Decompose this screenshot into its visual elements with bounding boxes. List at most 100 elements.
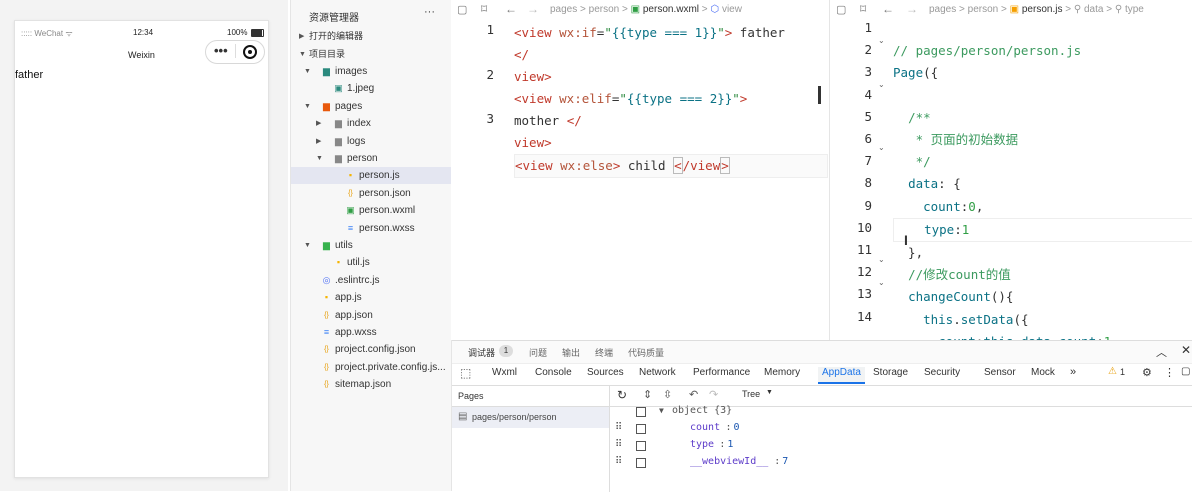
devtools-tab-sensor[interactable]: Sensor [984,367,1016,378]
page-path-item[interactable]: ▤ pages/person/person [452,407,609,428]
breadcrumb-item[interactable]: data [1084,4,1103,15]
section-project[interactable]: ▼ 项目目录 [291,46,451,63]
warning-icon[interactable]: ⚠ [1108,366,1117,377]
explorer-more-icon[interactable]: ··· [424,6,435,18]
settings-gear-icon[interactable]: ⚙ [1142,366,1152,379]
breadcrumb-item[interactable]: person.js [1022,4,1063,15]
bookmark-icon[interactable]: ⌑ [481,2,487,16]
collapse-icon[interactable]: ︿ [1156,344,1167,360]
collapse-all-icon[interactable]: ⇳ [663,388,672,401]
file-tree-item[interactable]: {} project.private.config.js... [291,359,451,376]
close-target-icon[interactable] [243,45,257,59]
checkbox-icon[interactable] [636,458,646,468]
breadcrumb-item[interactable]: person [589,4,620,15]
kebab-menu-icon[interactable]: ⋮ [1164,366,1175,379]
file-tree-item[interactable]: ▣ person.wxml [291,202,451,219]
drag-handle-icon[interactable]: ⠿ [615,456,622,467]
breadcrumb-item[interactable]: person.wxml [643,4,699,15]
file-tree-item[interactable]: ▶ ▆ logs [291,133,451,150]
text-cursor [818,86,821,104]
prop-value[interactable]: 0 [734,422,740,433]
bookmark-icon[interactable]: ⌑ [860,2,866,16]
tab-output[interactable]: 输出 [562,346,580,359]
chevron-right-icon[interactable]: ▶ [316,115,321,132]
file-tree-item[interactable]: ▶ ▆ index [291,115,451,132]
file-tree-item[interactable]: {} project.config.json [291,341,451,358]
tab-problems[interactable]: 问题 [529,346,547,359]
file-tree-item[interactable]: ▪ person.js [291,167,451,185]
devtools-tab-sources[interactable]: Sources [587,367,624,378]
undo-icon[interactable]: ↶ [689,388,698,401]
drag-handle-icon[interactable]: ⠿ [615,422,622,433]
forward-icon[interactable]: → [906,2,918,16]
tab-debugger[interactable]: 调试器 [468,346,495,359]
breadcrumb-item[interactable]: person [968,4,999,15]
file-tree-item[interactable]: ≡ app.wxss [291,324,451,341]
phone-screen[interactable]: ::::: WeChat ᯤ 12:34 100% Weixin ••• fat… [14,20,269,478]
devtools-tab-memory[interactable]: Memory [764,367,800,378]
prop-value[interactable]: 1 [727,439,733,450]
file-tree-item[interactable]: {} sitemap.json [291,376,451,393]
file-tree-item[interactable]: ▪ util.js [291,254,451,271]
more-dots-icon[interactable]: ••• [214,43,228,59]
file-tree-item[interactable]: {} app.json [291,307,451,324]
devtools-tab-wxml[interactable]: Wxml [492,367,517,378]
redo-icon[interactable]: ↷ [709,388,718,401]
file-tree-item[interactable]: {} person.json [291,185,451,202]
tab-code-quality[interactable]: 代码质量 [628,346,664,359]
fold-chevron-icon[interactable]: ⌄ [878,36,885,45]
fold-chevron-icon[interactable]: ⌄ [878,278,885,287]
checkbox-icon[interactable] [636,424,646,434]
dock-icon[interactable]: ▢ [1181,366,1190,377]
file-tree-item[interactable]: ▼ ▆ utils [291,237,451,254]
expand-all-icon[interactable]: ⇕ [643,388,652,401]
devtools-tab-security[interactable]: Security [924,367,960,378]
breadcrumb-item[interactable]: pages [550,4,577,15]
fold-chevron-icon[interactable]: ⌄ [878,80,885,89]
forward-icon[interactable]: → [527,2,539,16]
breadcrumb-item[interactable]: pages [929,4,956,15]
chevron-down-icon[interactable]: ▼ [304,63,311,80]
back-icon[interactable]: ← [505,2,517,16]
chevron-down-icon[interactable]: ▼ [316,150,323,167]
file-tree-item[interactable]: ▼ ▆ person [291,150,451,167]
devtools-tab-console[interactable]: Console [535,367,572,378]
checkbox-icon[interactable] [636,407,646,417]
split-editor-icon[interactable]: ▢ [836,3,846,16]
dropdown-arrow-icon[interactable]: ▼ [766,389,773,396]
wxml-code[interactable]: <view wx:if="{{type === 1}}"> father </ … [514,22,828,178]
refresh-icon[interactable]: ↻ [617,388,627,402]
chevron-right-icon[interactable]: ▶ [316,133,321,150]
fold-chevron-icon[interactable]: ⌄ [878,255,885,264]
simulator-panel: ::::: WeChat ᯤ 12:34 100% Weixin ••• fat… [0,0,288,491]
fold-chevron-icon[interactable]: ⌄ [878,143,885,152]
chevron-down-icon[interactable]: ▼ [304,98,311,115]
section-open-editors[interactable]: ▶ 打开的编辑器 [291,28,451,45]
devtools-tab-network[interactable]: Network [639,367,676,378]
devtools-tab-storage[interactable]: Storage [873,367,908,378]
file-tree-item[interactable]: ◎ .eslintrc.js [291,272,451,289]
prop-value[interactable]: 7 [782,456,788,467]
devtools-tab-performance[interactable]: Performance [693,367,750,378]
tab-terminal[interactable]: 终端 [595,346,613,359]
file-tree-item[interactable]: ▼ ▆ pages [291,98,451,115]
inspect-icon[interactable]: ⬚ [460,366,471,380]
expand-arrow-icon[interactable]: ▼ [659,406,664,415]
file-tree-item[interactable]: ▼ ▆ images [291,63,451,80]
file-tree-item[interactable]: ▪ app.js [291,289,451,306]
breadcrumb-item[interactable]: view [722,4,742,15]
capsule-button[interactable]: ••• [205,40,265,64]
more-tabs-icon[interactable]: » [1070,366,1076,378]
back-icon[interactable]: ← [882,2,894,16]
checkbox-icon[interactable] [636,441,646,451]
devtools-tab-appdata[interactable]: AppData [818,367,865,384]
view-mode-select[interactable]: Tree [742,389,760,399]
devtools-tab-mock[interactable]: Mock [1031,367,1055,378]
drag-handle-icon[interactable]: ⠿ [615,439,622,450]
file-tree-item[interactable]: ▣ 1.jpeg [291,80,451,97]
close-icon[interactable]: ✕ [1181,343,1191,357]
split-editor-icon[interactable]: ▢ [457,3,467,16]
breadcrumb-item[interactable]: type [1125,4,1144,15]
file-tree-item[interactable]: ≡ person.wxss [291,220,451,237]
chevron-down-icon[interactable]: ▼ [304,237,311,254]
